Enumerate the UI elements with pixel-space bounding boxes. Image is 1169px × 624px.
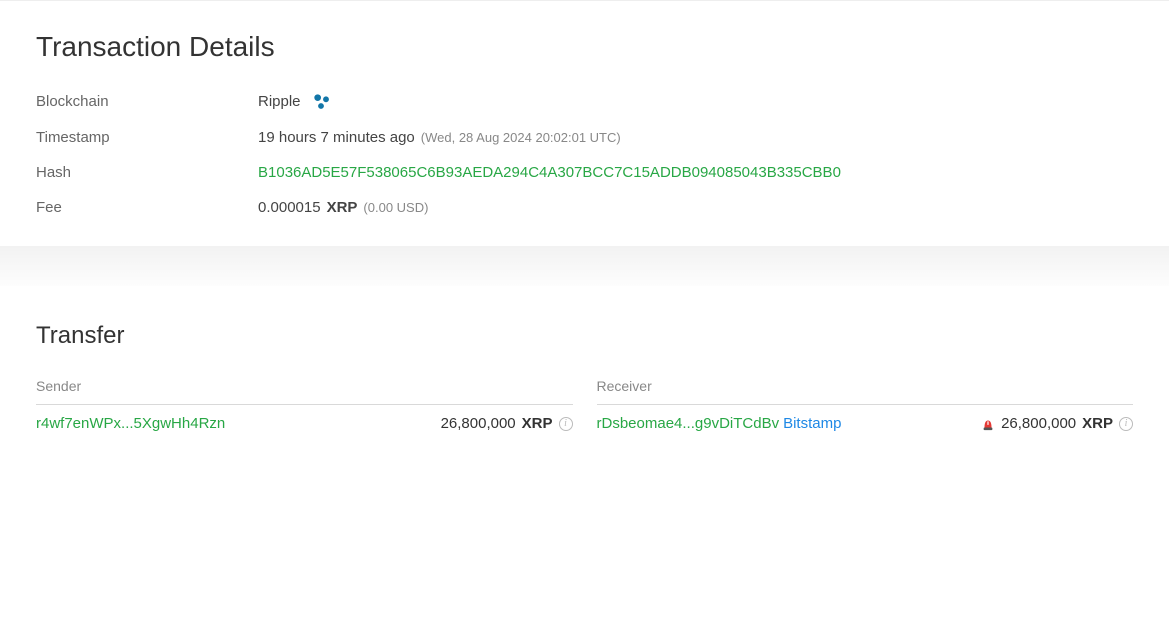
receiver-amount-group: 26,800,000 XRP i — [981, 415, 1133, 432]
fee-label: Fee — [36, 199, 258, 216]
receiver-amount: 26,800,000 — [1001, 415, 1076, 432]
info-icon[interactable]: i — [559, 417, 573, 431]
receiver-row: rDsbeomae4...g9vDiTCdBv Bitstamp 26,800,… — [597, 415, 1134, 432]
receiver-address-link[interactable]: rDsbeomae4...g9vDiTCdBv — [597, 415, 780, 432]
ripple-icon — [311, 91, 331, 111]
transaction-details-section: Transaction Details Blockchain Ripple Ti… — [0, 0, 1169, 216]
sender-amount-group: 26,800,000 XRP i — [441, 415, 573, 432]
hash-label: Hash — [36, 164, 258, 181]
siren-icon — [981, 417, 995, 431]
sender-row: r4wf7enWPx...5XgwHh4Rzn 26,800,000 XRP i — [36, 415, 573, 432]
sender-header: Sender — [36, 378, 573, 405]
transfer-columns: Sender r4wf7enWPx...5XgwHh4Rzn 26,800,00… — [36, 378, 1133, 432]
timestamp-relative: 19 hours 7 minutes ago — [258, 129, 415, 146]
page-title: Transaction Details — [36, 31, 1133, 63]
detail-row-blockchain: Blockchain Ripple — [36, 91, 1133, 111]
sender-amount: 26,800,000 — [441, 415, 516, 432]
blockchain-name: Ripple — [258, 93, 301, 110]
hash-value: B1036AD5E57F538065C6B93AEDA294C4A307BCC7… — [258, 164, 841, 181]
transfer-section: Transfer Sender r4wf7enWPx...5XgwHh4Rzn … — [0, 286, 1169, 432]
info-icon[interactable]: i — [1119, 417, 1133, 431]
timestamp-value: 19 hours 7 minutes ago (Wed, 28 Aug 2024… — [258, 129, 621, 146]
timestamp-label: Timestamp — [36, 129, 258, 146]
receiver-currency: XRP — [1082, 415, 1113, 432]
receiver-entity-link[interactable]: Bitstamp — [783, 415, 841, 432]
fee-usd: (0.00 USD) — [363, 200, 428, 215]
detail-row-hash: Hash B1036AD5E57F538065C6B93AEDA294C4A30… — [36, 164, 1133, 181]
section-divider — [0, 246, 1169, 286]
fee-currency: XRP — [327, 199, 358, 216]
receiver-header: Receiver — [597, 378, 1134, 405]
receiver-column: Receiver rDsbeomae4...g9vDiTCdBv Bitstam… — [597, 378, 1134, 432]
detail-row-timestamp: Timestamp 19 hours 7 minutes ago (Wed, 2… — [36, 129, 1133, 146]
blockchain-label: Blockchain — [36, 93, 258, 110]
timestamp-absolute: (Wed, 28 Aug 2024 20:02:01 UTC) — [421, 130, 621, 145]
detail-row-fee: Fee 0.000015 XRP (0.00 USD) — [36, 199, 1133, 216]
fee-amount: 0.000015 — [258, 199, 321, 216]
transfer-title: Transfer — [36, 322, 1133, 350]
sender-column: Sender r4wf7enWPx...5XgwHh4Rzn 26,800,00… — [36, 378, 573, 432]
sender-currency: XRP — [522, 415, 553, 432]
fee-value: 0.000015 XRP (0.00 USD) — [258, 199, 428, 216]
sender-address-link[interactable]: r4wf7enWPx...5XgwHh4Rzn — [36, 415, 225, 432]
hash-link[interactable]: B1036AD5E57F538065C6B93AEDA294C4A307BCC7… — [258, 164, 841, 181]
blockchain-value: Ripple — [258, 91, 331, 111]
details-table: Blockchain Ripple Timestamp 19 hours 7 m… — [36, 91, 1133, 216]
